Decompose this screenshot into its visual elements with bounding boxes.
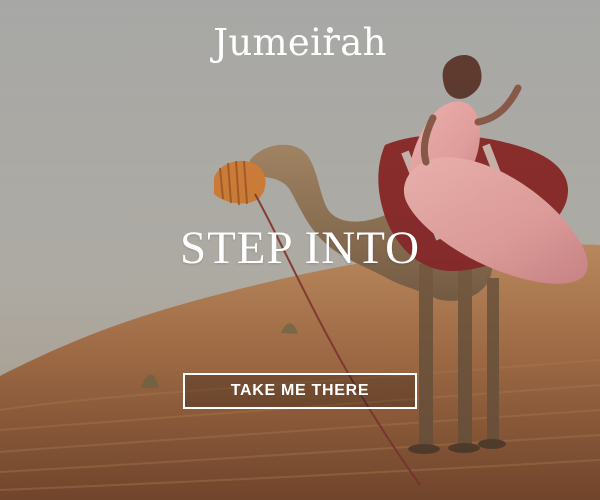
take-me-there-button[interactable]: TAKE ME THERE <box>183 373 417 409</box>
headline: STEP INTO <box>179 222 421 274</box>
logo-accent-icon <box>327 27 333 33</box>
advertisement-banner[interactable]: Jumeirah STEP INTO TAKE ME THERE <box>0 0 600 500</box>
brand-logo[interactable]: Jumeirah <box>0 24 600 61</box>
